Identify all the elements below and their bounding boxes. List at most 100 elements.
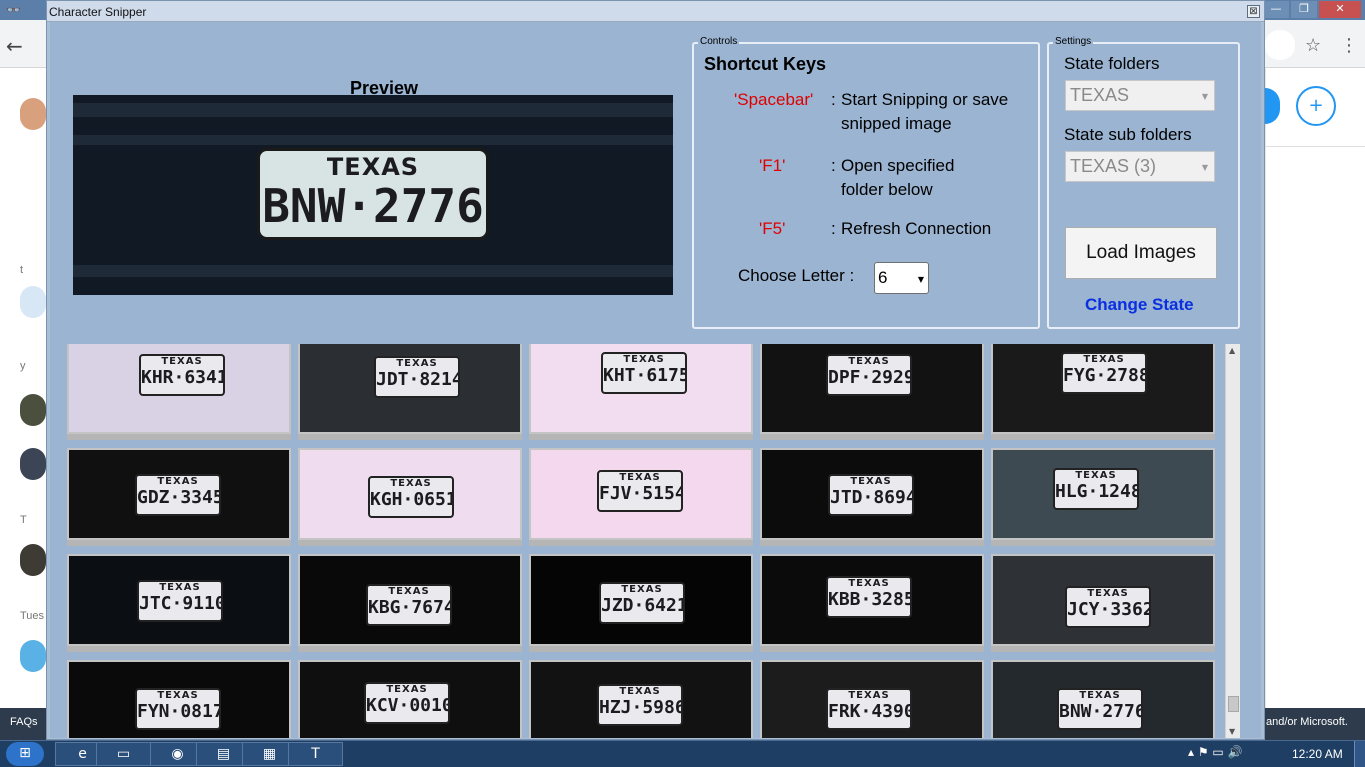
plate-thumbnail[interactable]: TEXAS FYN·0817 — [67, 660, 291, 738]
plate-thumbnail[interactable]: TEXAS JTC·9110 — [67, 554, 291, 652]
avatar — [20, 98, 46, 130]
change-state-link[interactable]: Change State — [1085, 295, 1194, 315]
plate-thumbnail[interactable]: TEXAS KBB·3285 — [760, 554, 984, 652]
plate-number: JZD·6421 — [601, 595, 685, 616]
license-plate: TEXAS HZJ·5986 — [597, 684, 683, 726]
plate-thumbnail[interactable]: TEXAS JDT·8214 — [298, 344, 522, 440]
close-icon[interactable]: ⊠ — [1247, 5, 1260, 18]
plate-thumbnail[interactable]: TEXAS BNW·2776 — [991, 660, 1215, 738]
shortcut-key-f1: 'F1' — [759, 156, 786, 175]
shortcut-colon: : — [831, 219, 836, 238]
browser-menu-icon[interactable]: ⋮ — [1340, 35, 1358, 56]
omnibox[interactable] — [1265, 30, 1295, 60]
state-sub-folders-label: State sub folders — [1064, 125, 1192, 144]
plate-thumbnail[interactable]: TEXAS GDZ·3345 — [67, 448, 291, 546]
app-titlebar: Character Snipper ⊠ — [47, 1, 1264, 22]
start-button[interactable]: ⊞ — [6, 742, 44, 766]
state-folders-label: State folders — [1064, 54, 1160, 73]
plate-state: TEXAS — [1087, 588, 1129, 599]
minimize-icon[interactable]: — — [1263, 1, 1289, 18]
left-strip-text: T — [20, 514, 27, 526]
plate-thumbnail[interactable]: TEXAS FRK·4390 — [760, 660, 984, 738]
plate-state: TEXAS — [161, 356, 203, 367]
plate-thumbnail[interactable]: TEXAS HLG·1248 — [991, 448, 1215, 546]
left-strip-text: y — [20, 360, 26, 372]
preview-background-stripe — [73, 265, 673, 277]
license-plate: TEXAS JTD·8694 — [828, 474, 914, 516]
grid-scrollbar[interactable]: ▲ ▼ — [1225, 344, 1240, 738]
app-taskbar-icon[interactable]: T — [288, 742, 343, 766]
chevron-down-icon: ▼ — [917, 275, 924, 284]
plate-state: TEXAS — [390, 478, 432, 489]
license-plate: TEXAS GDZ·3345 — [135, 474, 221, 516]
close-icon[interactable]: ✕ — [1319, 1, 1361, 18]
plate-thumbnail[interactable]: TEXAS KBG·7674 — [298, 554, 522, 652]
shortcut-desc-f5: Refresh Connection — [841, 219, 992, 238]
plate-thumbnail[interactable]: TEXAS KGH·0651 — [298, 448, 522, 546]
chevron-down-icon: ▼ — [1201, 92, 1208, 101]
plate-thumbnail[interactable]: TEXAS HZJ·5986 — [529, 660, 753, 738]
left-strip-text: t — [20, 264, 24, 276]
show-desktop-button[interactable] — [1354, 741, 1365, 767]
plate-thumbnail[interactable]: TEXAS FYG·2788 — [991, 344, 1215, 440]
back-arrow-icon[interactable]: ← — [6, 34, 23, 58]
plate-thumbnail[interactable]: TEXAS JZD·6421 — [529, 554, 753, 652]
scroll-down-icon[interactable]: ▼ — [1229, 727, 1235, 736]
taskbar-clock[interactable]: 12:20 AM — [1292, 747, 1343, 761]
state-sub-folders-dropdown[interactable]: TEXAS (3) ▼ — [1065, 151, 1215, 182]
license-plate: TEXAS FYN·0817 — [135, 688, 221, 730]
plate-state: TEXAS — [621, 584, 663, 595]
scrollbar-thumb[interactable] — [1228, 696, 1239, 712]
plate-number: FJV·5154 — [599, 483, 683, 504]
scroll-up-icon[interactable]: ▲ — [1229, 346, 1235, 355]
shortcut-colon: : — [831, 90, 836, 109]
plate-thumbnail[interactable]: TEXAS KHR·6341 — [67, 344, 291, 440]
avatar — [20, 448, 46, 480]
license-plate: TEXAS JZD·6421 — [599, 582, 685, 624]
letter-dropdown[interactable]: 6 ▼ — [874, 262, 929, 294]
plate-thumbnail[interactable]: TEXAS FJV·5154 — [529, 448, 753, 546]
plate-state: TEXAS — [619, 472, 661, 483]
state-folders-dropdown[interactable]: TEXAS ▼ — [1065, 80, 1215, 111]
thumbnail-scene: TEXAS JCY·3362 — [993, 556, 1213, 644]
plate-number: DPF·2929 — [828, 367, 912, 388]
thumbnail-scene: TEXAS FYN·0817 — [69, 662, 289, 738]
plate-number: JCY·3362 — [1067, 599, 1151, 620]
license-plate: TEXAS KGH·0651 — [368, 476, 454, 518]
license-plate: TEXAS FYG·2788 — [1061, 352, 1147, 394]
license-plate: TEXAS KBG·7674 — [366, 584, 452, 626]
plate-number: KGH·0651 — [370, 489, 454, 510]
system-tray-icons[interactable]: ▴ ⚑ ▭ 🔊 — [1188, 745, 1243, 759]
browser-right-panel — [1265, 68, 1365, 708]
plate-thumbnail[interactable]: TEXAS KHT·6175 — [529, 344, 753, 440]
browser-left-strip: t y T Tues — [0, 68, 46, 708]
faq-link[interactable]: FAQs — [10, 716, 38, 728]
browser-window-controls: — ❐ ✕ — [1263, 1, 1361, 18]
plate-thumbnail[interactable]: TEXAS KCV·0010 — [298, 660, 522, 738]
add-user-icon[interactable]: + — [1296, 86, 1336, 126]
plate-thumbnail[interactable]: TEXAS JCY·3362 — [991, 554, 1215, 652]
avatar — [20, 286, 46, 318]
thumbnail-scene: TEXAS KHT·6175 — [531, 344, 751, 432]
settings-groupbox: Settings State folders TEXAS ▼ State sub… — [1047, 36, 1240, 329]
license-plate: TEXAS FJV·5154 — [597, 470, 683, 512]
choose-letter-label: Choose Letter : — [738, 266, 855, 285]
plate-thumbnail[interactable]: TEXAS DPF·2929 — [760, 344, 984, 440]
preview-image: TEXAS BNW·2776 — [73, 95, 673, 295]
load-images-button[interactable]: Load Images — [1065, 227, 1217, 279]
restore-icon[interactable]: ❐ — [1291, 1, 1317, 18]
thumbnail-scene: TEXAS KBB·3285 — [762, 556, 982, 644]
character-snipper-window: Character Snipper ⊠ Preview TEXAS BNW·27… — [46, 0, 1265, 740]
explorer-taskbar-icon[interactable]: ▭ — [96, 742, 151, 766]
thumbnail-scene: TEXAS BNW·2776 — [993, 662, 1213, 738]
app-client-area: Preview TEXAS BNW·2776 Controls Shortcut… — [50, 22, 1261, 738]
thumbnail-scene: TEXAS KHR·6341 — [69, 344, 289, 432]
plate-number: FRK·4390 — [828, 701, 912, 722]
plate-number: JDT·8214 — [376, 369, 460, 390]
plate-thumbnail[interactable]: TEXAS JTD·8694 — [760, 448, 984, 546]
plate-number: HZJ·5986 — [599, 697, 683, 718]
license-plate: TEXAS JTC·9110 — [137, 580, 223, 622]
star-icon[interactable]: ☆ — [1305, 35, 1321, 56]
thumbnail-scene: TEXAS FRK·4390 — [762, 662, 982, 738]
thumbnail-scene: TEXAS HLG·1248 — [993, 450, 1213, 538]
